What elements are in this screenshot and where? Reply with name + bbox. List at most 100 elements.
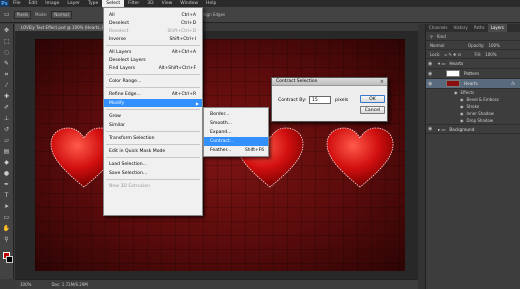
eye-icon[interactable]: ◉ bbox=[460, 97, 464, 102]
layer-thumbnail bbox=[446, 70, 460, 77]
layer-hearts[interactable]: ◉ Hearts fx bbox=[426, 79, 520, 89]
kind-filter-select[interactable]: Kind bbox=[437, 34, 446, 39]
select-menu-dropdown: All Ctrl+A Deselect Ctrl+D Reselect Shift+C… bbox=[103, 7, 203, 216]
menu-item-grow[interactable]: Grow bbox=[104, 112, 202, 120]
menu-item-find-layers[interactable]: Find Layers Alt+Shift+Ctrl+F bbox=[104, 64, 202, 72]
fx-icon[interactable]: fx bbox=[511, 81, 515, 86]
layer-group-hearts[interactable]: ◉ ▾ ▭ Hearts bbox=[426, 59, 520, 69]
submenu-item-feather[interactable]: Feather... Shift+F6 bbox=[204, 146, 268, 155]
opacity-value[interactable]: 100% bbox=[488, 43, 499, 48]
effects-header[interactable]: ◉ Effects bbox=[426, 89, 520, 96]
eye-icon[interactable]: ◉ bbox=[460, 111, 464, 116]
menu-item-refine-edge[interactable]: Refine Edge... Alt+Ctrl+R bbox=[104, 90, 202, 98]
opacity-label: Opacity: bbox=[468, 42, 485, 48]
menu-file[interactable]: File bbox=[9, 0, 25, 7]
eraser-tool-icon[interactable]: ▱ bbox=[3, 137, 11, 145]
menu-item-all[interactable]: All Ctrl+A bbox=[104, 11, 202, 19]
blur-tool-icon[interactable]: ◆ bbox=[3, 159, 11, 167]
menu-item-deselect[interactable]: Deselect Ctrl+D bbox=[104, 19, 202, 27]
tool-preset-icon[interactable]: ▭ bbox=[4, 11, 10, 18]
menu-filter[interactable]: Filter bbox=[124, 0, 143, 7]
visibility-eye-icon[interactable]: ◉ bbox=[428, 71, 432, 77]
move-tool-icon[interactable]: ✥ bbox=[3, 27, 11, 35]
menu-edit[interactable]: Edit bbox=[25, 0, 42, 7]
tab-layers[interactable]: Layers bbox=[487, 24, 507, 32]
tab-channels[interactable]: Channels bbox=[426, 24, 451, 32]
submenu-arrow-icon: ▶ bbox=[195, 100, 199, 106]
submenu-item-expand[interactable]: Expand... bbox=[204, 128, 268, 137]
mode-select[interactable]: Normal bbox=[51, 10, 72, 19]
effects-label: Effects bbox=[460, 90, 475, 95]
units-select[interactable]: Pixels bbox=[13, 10, 32, 19]
menu-separator bbox=[106, 87, 200, 88]
layer-group-background[interactable]: ◉ ▸ ▭ Background bbox=[426, 124, 520, 134]
healing-tool-icon[interactable]: ✚ bbox=[3, 93, 11, 101]
menu-help[interactable]: Help bbox=[202, 0, 220, 7]
zoom-level[interactable]: 100% bbox=[20, 282, 31, 287]
menu-window[interactable]: Window bbox=[176, 0, 202, 7]
fill-value[interactable]: 100% bbox=[485, 52, 496, 57]
visibility-eye-icon[interactable]: ◉ bbox=[428, 81, 432, 87]
menu-item-deselect-layers[interactable]: Deselect Layers bbox=[104, 56, 202, 64]
menu-item-transform-selection[interactable]: Transform Selection bbox=[104, 134, 202, 142]
menu-item-save-selection[interactable]: Save Selection... bbox=[104, 169, 202, 177]
menubar: Ps File Edit Image Layer Type Select Fil… bbox=[0, 0, 520, 7]
path-select-icon[interactable]: ➤ bbox=[3, 203, 11, 211]
type-tool-icon[interactable]: T bbox=[3, 192, 11, 200]
fill-label: Fill: bbox=[474, 51, 482, 57]
submenu-item-smooth[interactable]: Smooth... bbox=[204, 119, 268, 128]
pen-tool-icon[interactable]: ✒ bbox=[3, 181, 11, 189]
crop-tool-icon[interactable]: ⌗ bbox=[3, 71, 11, 79]
eye-icon[interactable]: ◉ bbox=[460, 104, 464, 109]
blend-mode-select[interactable]: Normal bbox=[430, 43, 464, 48]
background-color-swatch[interactable] bbox=[6, 256, 13, 263]
cancel-button[interactable]: Cancel bbox=[360, 106, 385, 114]
close-icon[interactable]: × bbox=[380, 78, 384, 86]
visibility-eye-icon[interactable]: ◉ bbox=[428, 61, 432, 67]
stamp-tool-icon[interactable]: ⊥ bbox=[3, 115, 11, 123]
visibility-eye-icon[interactable]: ◉ bbox=[428, 126, 432, 132]
eyedropper-tool-icon[interactable]: ⁄ bbox=[3, 82, 11, 90]
menu-type[interactable]: Type bbox=[84, 0, 102, 7]
menu-item-all-layers[interactable]: All Layers Alt+Ctrl+A bbox=[104, 48, 202, 56]
menu-item-inverse[interactable]: Inverse Shift+Ctrl+I bbox=[104, 35, 202, 43]
effect-inner-shadow[interactable]: ◉ Inner Shadow bbox=[426, 110, 520, 117]
menu-select[interactable]: Select bbox=[102, 0, 125, 7]
tab-paths[interactable]: Paths bbox=[471, 24, 488, 32]
effect-drop-shadow[interactable]: ◉ Drop Shadow bbox=[426, 117, 520, 124]
contract-by-input[interactable]: 15 bbox=[309, 96, 331, 104]
effect-bevel-emboss[interactable]: ◉ Bevel & Emboss bbox=[426, 96, 520, 103]
layer-pattern[interactable]: ◉ Pattern bbox=[426, 69, 520, 79]
menu-3d[interactable]: 3D bbox=[143, 0, 157, 7]
dodge-tool-icon[interactable]: ● bbox=[3, 170, 11, 178]
lasso-tool-icon[interactable]: ◌ bbox=[3, 49, 11, 57]
menu-view[interactable]: View bbox=[158, 0, 177, 7]
eye-icon[interactable]: ◉ bbox=[460, 118, 464, 123]
quick-select-tool-icon[interactable]: ✎ bbox=[3, 60, 11, 68]
menu-image[interactable]: Image bbox=[41, 0, 63, 7]
ok-button[interactable]: OK bbox=[360, 95, 385, 103]
menu-layer[interactable]: Layer bbox=[63, 0, 84, 7]
submenu-item-border[interactable]: Border... bbox=[204, 110, 268, 119]
marquee-tool-icon[interactable]: ⬚ bbox=[3, 38, 11, 46]
brush-tool-icon[interactable]: ✐ bbox=[3, 104, 11, 112]
effect-stroke[interactable]: ◉ Stroke bbox=[426, 103, 520, 110]
gradient-tool-icon[interactable]: ▤ bbox=[3, 148, 11, 156]
options-bar: ▭ Pixels Mode: Normal ⚙ ▢ Shape: ♥ Align… bbox=[0, 7, 520, 23]
menu-item-color-range[interactable]: Color Range... bbox=[104, 77, 202, 85]
menu-item-load-selection[interactable]: Load Selection... bbox=[104, 160, 202, 168]
dialog-titlebar[interactable]: Contract Selection × bbox=[272, 78, 387, 86]
layer-name: Pattern bbox=[464, 71, 480, 76]
menu-item-modify[interactable]: Modify ▶ bbox=[104, 99, 202, 107]
tab-history[interactable]: History bbox=[451, 24, 471, 32]
hand-tool-icon[interactable]: ✋ bbox=[3, 225, 11, 233]
menu-item-similar[interactable]: Similar bbox=[104, 121, 202, 129]
submenu-item-contract[interactable]: Contract... bbox=[204, 137, 268, 146]
shape-tool-icon[interactable]: ▭ bbox=[3, 214, 11, 222]
doc-size-info[interactable]: Doc: 1.72M/6.29M bbox=[51, 282, 87, 287]
lock-icon[interactable]: ▫ ✎ ✥ ⊡ bbox=[444, 52, 470, 57]
menu-item-quick-mask[interactable]: Edit in Quick Mask Mode bbox=[104, 147, 202, 155]
zoom-tool-icon[interactable]: ⚲ bbox=[3, 236, 11, 244]
eye-icon[interactable]: ◉ bbox=[454, 90, 458, 95]
history-brush-icon[interactable]: ↺ bbox=[3, 126, 11, 134]
